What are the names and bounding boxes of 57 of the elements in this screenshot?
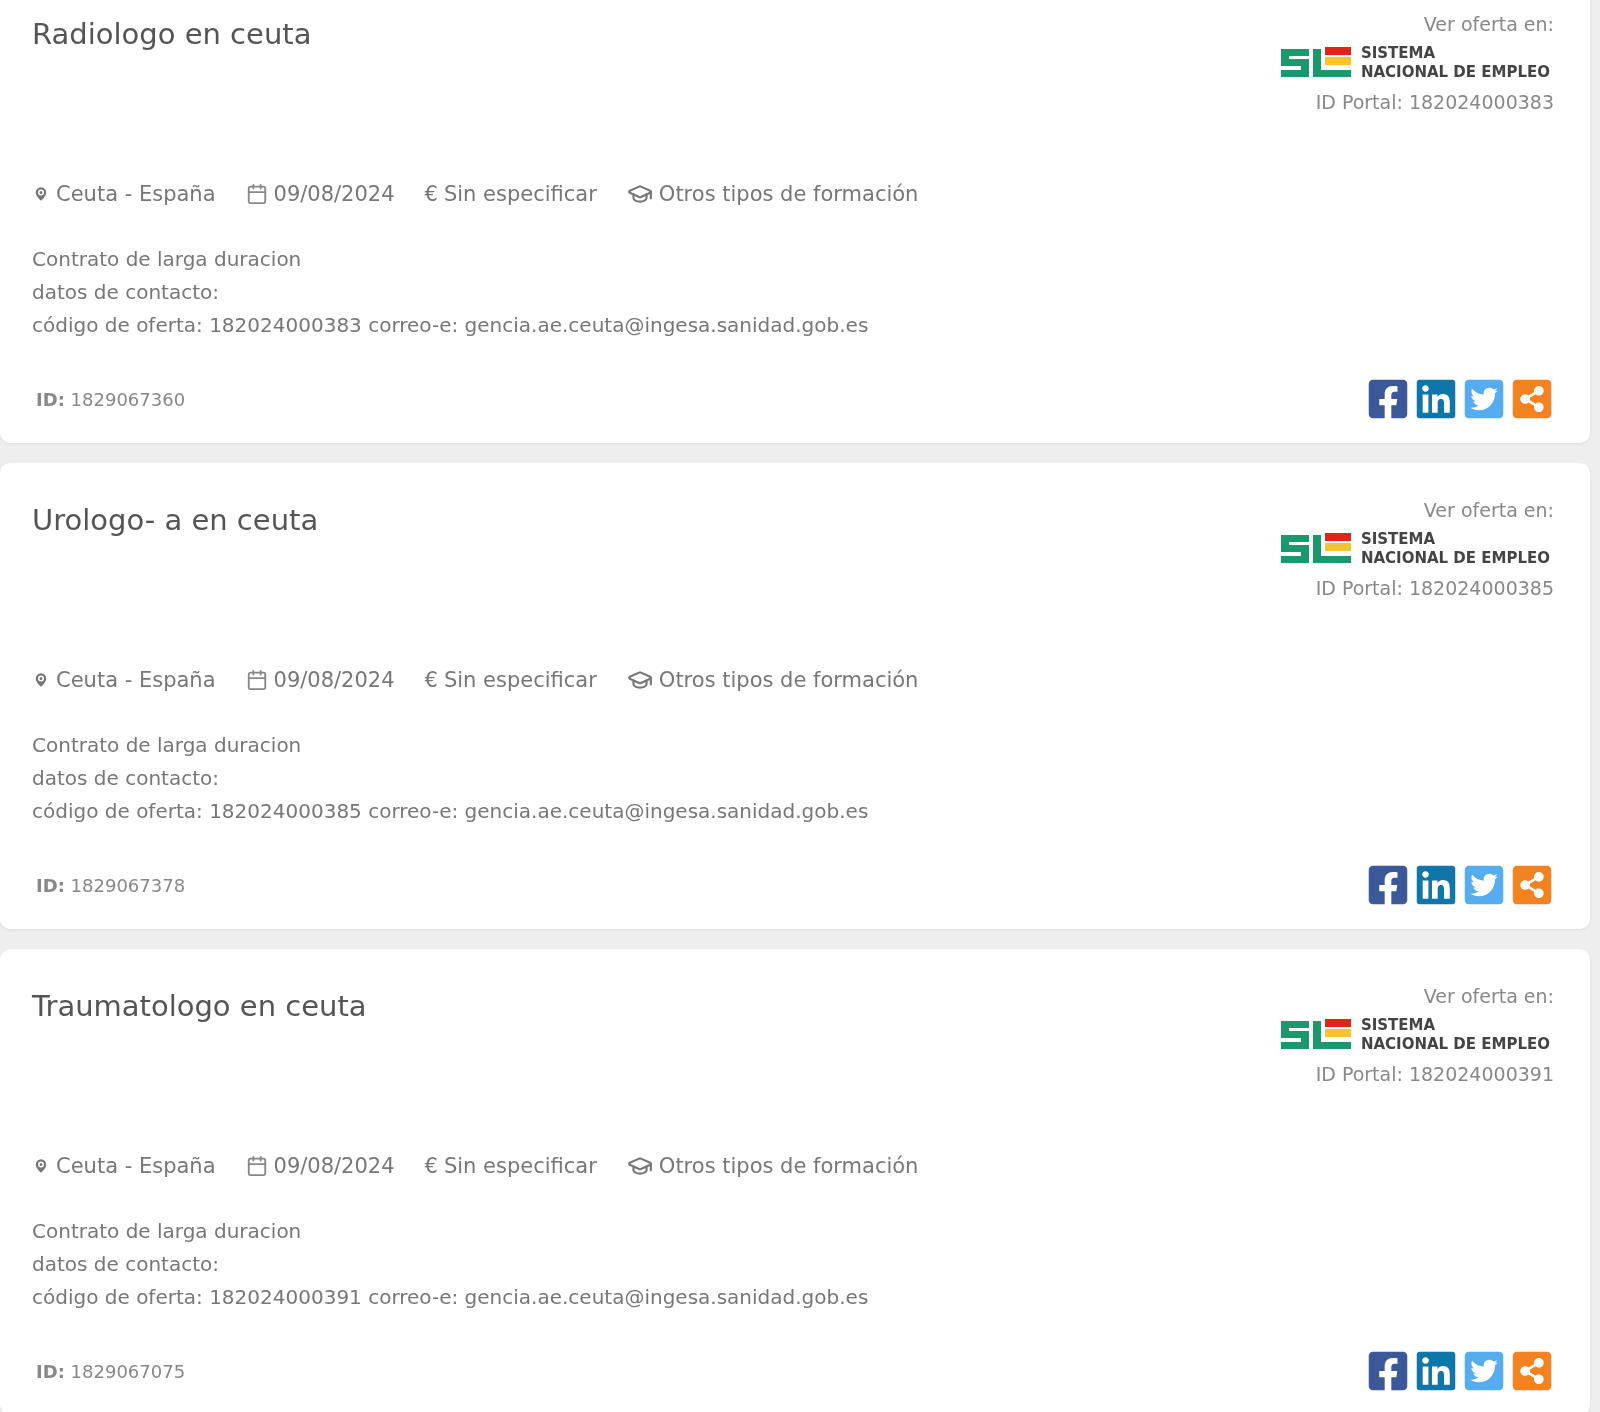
offer-id: ID: 1829067378	[36, 874, 186, 896]
job-title[interactable]: Urologo- a en ceuta	[32, 503, 319, 537]
currency-symbol: €	[424, 1154, 438, 1178]
date: 09/08/2024	[273, 182, 395, 206]
description-line: datos de contacto:	[32, 280, 220, 304]
facebook-icon[interactable]	[1366, 1349, 1410, 1393]
logo-text: SISTEMA	[1360, 1016, 1437, 1035]
logo-text: NACIONAL DE EMPLEO	[1360, 63, 1550, 82]
description-line: datos de contacto:	[32, 1252, 220, 1276]
calendar-icon	[245, 669, 268, 691]
job-title[interactable]: Radiologo en ceuta	[32, 17, 312, 51]
date: 09/08/2024	[273, 668, 395, 692]
logo-text: NACIONAL DE EMPLEO	[1360, 549, 1550, 568]
offer-id: ID: 1829067075	[36, 1360, 186, 1382]
source-label: Ver oferta en:	[1423, 499, 1554, 521]
map-pin-icon	[32, 1157, 50, 1175]
map-pin-icon	[32, 671, 50, 689]
share-icon[interactable]	[1510, 1349, 1554, 1393]
portal-id: ID Portal: 182024000385	[1315, 577, 1554, 599]
education: Otros tipos de formación	[658, 668, 919, 692]
description-line: código de oferta: 182024000385 correo-e: gencia.ae.ceuta@ingesa.sanidad.gob.es	[32, 799, 870, 823]
calendar-icon	[245, 1155, 268, 1177]
facebook-icon[interactable]	[1366, 863, 1410, 907]
logo-text: SISTEMA	[1360, 44, 1437, 63]
source-label: Ver oferta en:	[1423, 13, 1554, 35]
salary: Sin especificar	[443, 1154, 597, 1178]
facebook-icon[interactable]	[1366, 377, 1410, 421]
education: Otros tipos de formación	[658, 1154, 919, 1178]
location: Ceuta - España	[56, 668, 216, 692]
share-icon[interactable]	[1510, 377, 1554, 421]
portal-id: ID Portal: 182024000383	[1315, 91, 1554, 113]
portal-id: ID Portal: 182024000391	[1315, 1063, 1554, 1085]
description-line: Contrato de larga duracion	[32, 247, 303, 271]
map-pin-icon	[32, 185, 50, 203]
offer-id: ID: 1829067360	[36, 388, 186, 410]
job-title[interactable]: Traumatologo en ceuta	[32, 989, 367, 1023]
calendar-icon	[245, 183, 268, 205]
source-label: Ver oferta en:	[1423, 985, 1554, 1007]
logo-text: SISTEMA	[1360, 530, 1437, 549]
date: 09/08/2024	[273, 1154, 395, 1178]
description-line: código de oferta: 182024000391 correo-e: gencia.ae.ceuta@ingesa.sanidad.gob.es	[32, 1285, 870, 1309]
description-line: Contrato de larga duracion	[32, 733, 303, 757]
location: Ceuta - España	[56, 1154, 216, 1178]
description-line: datos de contacto:	[32, 766, 220, 790]
currency-symbol: €	[424, 182, 438, 206]
share-icon[interactable]	[1510, 863, 1554, 907]
linkedin-icon[interactable]	[1414, 863, 1458, 907]
description-line: Contrato de larga duracion	[32, 1219, 303, 1243]
linkedin-icon[interactable]	[1414, 377, 1458, 421]
location: Ceuta - España	[56, 182, 216, 206]
salary: Sin especificar	[443, 182, 597, 206]
linkedin-icon[interactable]	[1414, 1349, 1458, 1393]
currency-symbol: €	[424, 668, 438, 692]
education: Otros tipos de formación	[658, 182, 919, 206]
salary: Sin especificar	[443, 668, 597, 692]
logo-text: NACIONAL DE EMPLEO	[1360, 1035, 1550, 1054]
description-line: código de oferta: 182024000383 correo-e: gencia.ae.ceuta@ingesa.sanidad.gob.es	[32, 313, 870, 337]
